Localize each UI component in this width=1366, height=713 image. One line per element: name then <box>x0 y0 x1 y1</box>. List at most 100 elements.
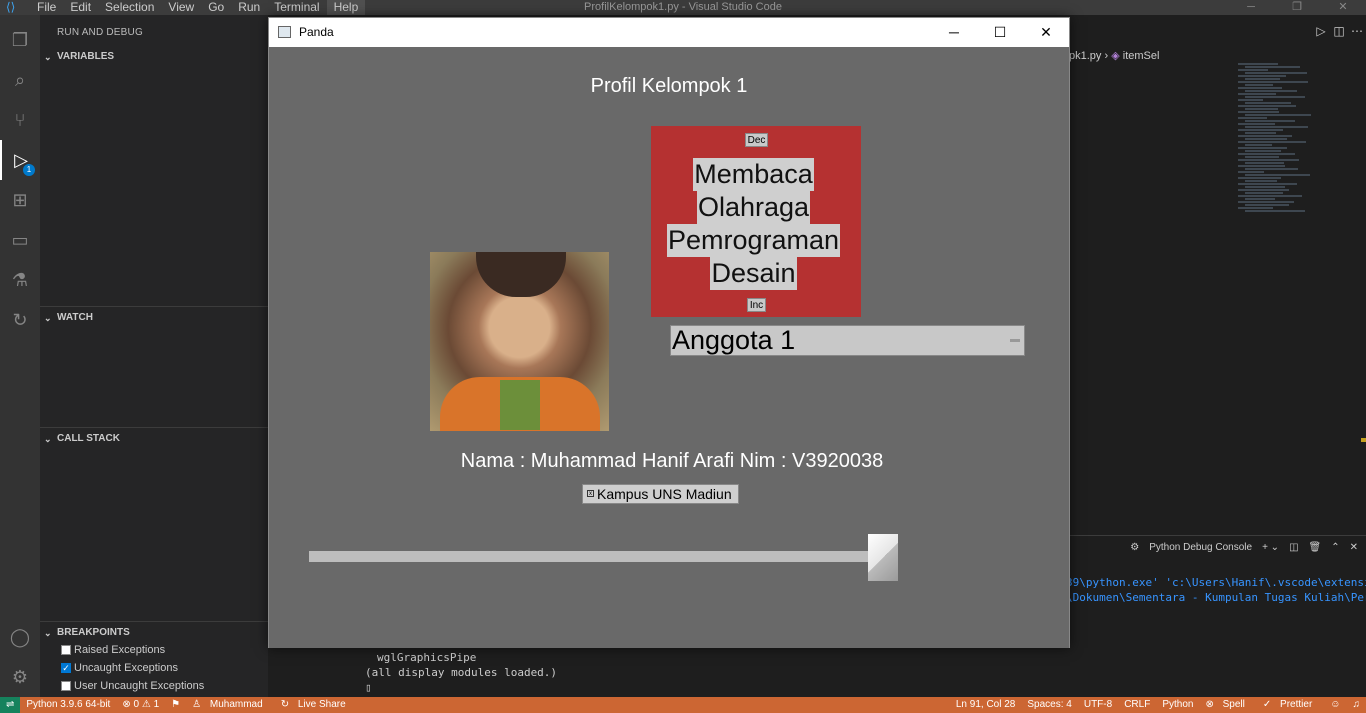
source-control-icon[interactable]: ⑂ <box>0 100 40 140</box>
minimap-line <box>1238 63 1278 65</box>
remote-icon[interactable]: ⇌ <box>0 697 21 713</box>
minimap-line <box>1245 72 1307 74</box>
list-item[interactable]: Membaca <box>693 158 814 191</box>
option-menu-arrow-icon <box>1010 339 1020 342</box>
slider-track[interactable] <box>309 551 891 562</box>
list-item[interactable]: Olahraga <box>696 191 811 224</box>
breakpoint-user-uncaught-exceptions[interactable]: User Uncaught Exceptions <box>61 677 204 695</box>
window-controls: ─ ❐ ✕ <box>1228 0 1366 14</box>
scrollbar-marker <box>1361 438 1366 442</box>
symbol-icon: ◈ <box>1111 50 1120 62</box>
minimap-line <box>1238 129 1283 131</box>
checkbox[interactable] <box>61 645 71 655</box>
menu-help[interactable]: Help <box>326 0 366 15</box>
prettier-status[interactable]: ✓ Prettier <box>1257 697 1324 713</box>
section-call-stack[interactable]: ⌄ CALL STACK <box>40 427 268 449</box>
breadcrumb-file[interactable]: pk1.py <box>1069 50 1101 62</box>
minimap-line <box>1238 75 1286 77</box>
more-icon[interactable]: ⋯ <box>1348 24 1366 38</box>
minimap-line <box>1245 162 1284 164</box>
encoding[interactable]: UTF-8 <box>1078 697 1118 713</box>
account-icon[interactable]: ◯ <box>0 617 40 657</box>
section-variables[interactable]: ⌄ VARIABLES <box>40 46 268 68</box>
minimap-line <box>1245 168 1298 170</box>
minimap-line <box>1238 117 1267 119</box>
search-icon[interactable]: ⌕ <box>0 60 40 100</box>
vscode-logo-icon: ⟨⟩ <box>6 0 16 14</box>
campus-checkbutton[interactable]: x Kampus UNS Madiun <box>582 484 739 504</box>
language-mode[interactable]: Python <box>1156 697 1199 713</box>
list-item[interactable]: Desain <box>710 257 797 290</box>
remote-explorer-icon[interactable]: ▭ <box>0 220 40 260</box>
member-info-text: Nama : Muhammad Hanif Arafi Nim : V39200… <box>460 450 884 472</box>
checkbox-checked[interactable]: ✓ <box>61 663 71 673</box>
trash-icon[interactable]: 🗑 <box>1309 542 1322 553</box>
feedback-icon[interactable]: ☺ <box>1324 697 1346 713</box>
minimize-icon[interactable]: ─ <box>1228 0 1274 14</box>
menu-go[interactable]: Go <box>201 0 231 15</box>
page-title: Profil Kelompok 1 <box>590 75 748 97</box>
minimap-line <box>1238 81 1308 83</box>
list-item[interactable]: Pemrograman <box>666 224 841 257</box>
section-watch[interactable]: ⌄ WATCH <box>40 306 268 328</box>
maximize-panel-icon[interactable]: ⌃ <box>1331 542 1339 553</box>
testing-icon[interactable]: ⚗ <box>0 260 40 300</box>
breakpoint-raised-exceptions[interactable]: Raised Exceptions <box>61 641 165 659</box>
menu-terminal[interactable]: Terminal <box>267 0 326 15</box>
sidebar-title: RUN AND DEBUG <box>57 27 143 38</box>
dec-button[interactable]: Dec <box>745 133 768 147</box>
menu-run[interactable]: Run <box>231 0 267 15</box>
menu-bar: File Edit Selection View Go Run Terminal… <box>30 0 366 15</box>
minimap-line <box>1245 180 1277 182</box>
indentation[interactable]: Spaces: 4 <box>1021 697 1077 713</box>
minimap-line <box>1245 156 1279 158</box>
cursor-position[interactable]: Ln 91, Col 28 <box>950 697 1022 713</box>
chevron-down-icon: ⌄ <box>44 313 52 323</box>
line-ending[interactable]: CRLF <box>1118 697 1156 713</box>
panda-window-title: Panda <box>299 25 334 39</box>
problems-count[interactable]: ⊗ 0 ⚠ 1 <box>116 697 165 713</box>
minimize-icon[interactable]: ─ <box>931 18 977 47</box>
spell-status[interactable]: ⊗ Spell <box>1199 697 1256 713</box>
terminal-name[interactable]: Python Debug Console <box>1149 542 1252 553</box>
breakpoint-uncaught-exceptions[interactable]: ✓ Uncaught Exceptions <box>61 659 178 677</box>
close-icon[interactable]: ✕ <box>1023 18 1069 47</box>
explorer-icon[interactable]: ❐ <box>0 20 40 60</box>
slider-thumb[interactable] <box>868 534 899 581</box>
close-icon[interactable]: ✕ <box>1320 0 1366 14</box>
menu-edit[interactable]: Edit <box>63 0 98 15</box>
run-debug-icon[interactable]: ▷ 1 <box>0 140 40 180</box>
gear-icon[interactable]: ⚙ <box>1130 542 1139 553</box>
gear-icon[interactable]: ⚙ <box>0 657 40 697</box>
checkbox[interactable] <box>61 681 71 691</box>
user-name[interactable]: ♙ Muhammad <box>186 697 275 713</box>
minimap-line <box>1245 210 1305 212</box>
checkbox-box[interactable]: x <box>587 490 594 497</box>
terminal-cursor[interactable]: ▯ <box>365 681 372 694</box>
menu-file[interactable]: File <box>30 0 63 15</box>
minimap-line <box>1245 84 1273 86</box>
live-share-status[interactable]: ↻ Live Share <box>275 697 358 713</box>
section-breakpoints[interactable]: ⌄ BREAKPOINTS <box>40 621 268 643</box>
live-share-icon[interactable]: ↻ <box>0 300 40 340</box>
breadcrumb-symbol[interactable]: itemSel <box>1123 50 1160 62</box>
extensions-icon[interactable]: ⊞ <box>0 180 40 220</box>
restore-icon[interactable]: ❐ <box>1274 0 1320 14</box>
python-interpreter[interactable]: Python 3.9.6 64-bit <box>20 697 116 713</box>
minimap-line <box>1238 105 1296 107</box>
run-icon[interactable]: ▷ <box>1312 24 1330 38</box>
minimap-line <box>1238 171 1264 173</box>
maximize-icon[interactable]: ☐ <box>977 18 1023 47</box>
menu-selection[interactable]: Selection <box>98 0 161 15</box>
bell-icon[interactable]: ♫ <box>1347 697 1366 713</box>
add-terminal-icon[interactable]: + ⌄ <box>1262 542 1279 553</box>
close-panel-icon[interactable]: ✕ <box>1350 542 1358 553</box>
split-terminal-icon[interactable]: ◫ <box>1289 542 1298 553</box>
inc-button[interactable]: Inc <box>747 298 766 312</box>
minimap-line <box>1238 177 1281 179</box>
member-option-menu[interactable]: Anggota 1 <box>670 325 1025 356</box>
split-editor-icon[interactable]: ◫ <box>1330 24 1348 38</box>
debug-icon[interactable]: ⚑ <box>165 697 186 713</box>
minimap[interactable] <box>1238 62 1356 322</box>
menu-view[interactable]: View <box>161 0 201 15</box>
